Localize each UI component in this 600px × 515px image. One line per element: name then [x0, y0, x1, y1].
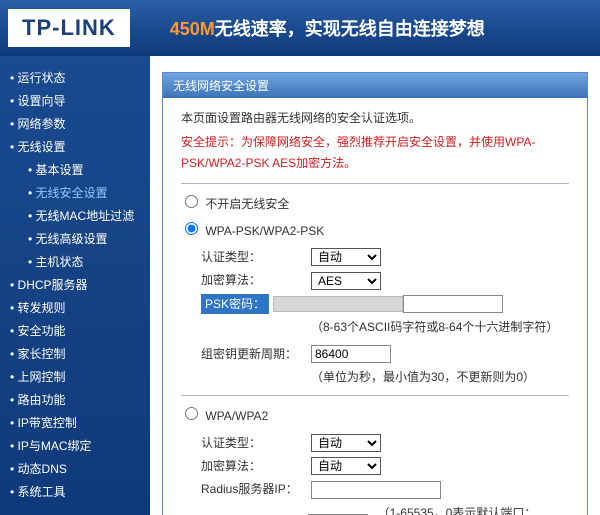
sidebar-item-4[interactable]: 基本设置	[36, 163, 84, 177]
sidebar-li-11[interactable]: 安全功能	[10, 319, 150, 342]
sidebar-item-3[interactable]: 无线设置	[18, 140, 66, 154]
sidebar-li-1[interactable]: 设置向导	[10, 89, 150, 112]
brand-logo: TP-LINK	[8, 9, 130, 47]
slogan: 450M无线速率，实现无线自由连接梦想	[170, 15, 485, 41]
sidebar-item-14[interactable]: 路由功能	[18, 393, 66, 407]
select-auth-type-wpa[interactable]: 自动	[311, 434, 381, 452]
radio-wpa-psk[interactable]	[185, 222, 198, 235]
hint-radius-port: （1-65535，0表示默认端口：1812）	[378, 503, 569, 515]
psk-password-masked	[273, 296, 403, 312]
sidebar-item-0[interactable]: 运行状态	[18, 71, 66, 85]
slogan-highlight: 450M	[170, 19, 215, 39]
sidebar-li-7[interactable]: 无线高级设置	[10, 227, 150, 250]
sidebar-li-5[interactable]: 无线安全设置	[10, 181, 150, 204]
sidebar-item-13[interactable]: 上网控制	[18, 370, 66, 384]
label-auth-type: 认证类型：	[201, 247, 311, 267]
label-radius-ip: Radius服务器IP：	[201, 479, 311, 499]
label-group-key-period: 组密钥更新周期：	[201, 344, 311, 364]
sidebar-li-16[interactable]: IP与MAC绑定	[10, 434, 150, 457]
sidebar-item-1[interactable]: 设置向导	[18, 94, 66, 108]
sidebar-item-9[interactable]: DHCP服务器	[18, 278, 88, 292]
label-psk-password: PSK密码：	[201, 294, 269, 314]
radio-disable-label: 不开启无线安全	[205, 197, 289, 211]
sidebar-item-8[interactable]: 主机状态	[36, 255, 84, 269]
input-radius-ip[interactable]	[311, 481, 441, 499]
sidebar-li-13[interactable]: 上网控制	[10, 365, 150, 388]
sidebar-item-10[interactable]: 转发规则	[18, 301, 66, 315]
sidebar-li-10[interactable]: 转发规则	[10, 296, 150, 319]
sidebar-li-18[interactable]: 系统工具	[10, 480, 150, 503]
radio-wpa[interactable]	[185, 407, 198, 420]
sidebar-li-17[interactable]: 动态DNS	[10, 457, 150, 480]
hint-psk: （8-63个ASCII码字符或8-64个十六进制字符）	[311, 317, 569, 337]
sidebar-item-17[interactable]: 动态DNS	[18, 462, 67, 476]
radio-wpa-psk-label: WPA-PSK/WPA2-PSK	[205, 224, 324, 238]
sidebar-li-6[interactable]: 无线MAC地址过滤	[10, 204, 150, 227]
sidebar-item-15[interactable]: IP带宽控制	[18, 416, 77, 430]
select-enc-algo-wpa[interactable]: 自动	[311, 457, 381, 475]
sidebar-li-15[interactable]: IP带宽控制	[10, 411, 150, 434]
label-enc-algo-wpa: 加密算法：	[201, 456, 311, 476]
sidebar: 运行状态设置向导网络参数无线设置基本设置无线安全设置无线MAC地址过滤无线高级设…	[0, 56, 150, 515]
input-psk-password[interactable]	[403, 295, 503, 313]
sidebar-item-11[interactable]: 安全功能	[18, 324, 66, 338]
sidebar-li-9[interactable]: DHCP服务器	[10, 273, 150, 296]
radio-disable-security[interactable]	[185, 195, 198, 208]
sidebar-li-14[interactable]: 路由功能	[10, 388, 150, 411]
label-enc-algo: 加密算法：	[201, 270, 311, 290]
sidebar-li-3[interactable]: 无线设置	[10, 135, 150, 158]
divider	[181, 183, 569, 184]
sidebar-item-12[interactable]: 家长控制	[18, 347, 66, 361]
settings-panel: 无线网络安全设置 本页面设置路由器无线网络的安全认证选项。 安全提示：为保障网络…	[162, 72, 588, 515]
input-group-key-period[interactable]	[311, 345, 391, 363]
sidebar-item-16[interactable]: IP与MAC绑定	[18, 439, 92, 453]
radio-wpa-label: WPA/WPA2	[205, 409, 268, 423]
divider	[181, 395, 569, 396]
sidebar-item-2[interactable]: 网络参数	[18, 117, 66, 131]
sidebar-item-7[interactable]: 无线高级设置	[36, 232, 108, 246]
security-warning: 安全提示：为保障网络安全，强烈推荐开启安全设置，并使用WPA-PSK/WPA2-…	[181, 132, 569, 173]
sidebar-li-4[interactable]: 基本设置	[10, 158, 150, 181]
select-auth-type[interactable]: 自动	[311, 248, 381, 266]
main-content: 无线网络安全设置 本页面设置路由器无线网络的安全认证选项。 安全提示：为保障网络…	[150, 56, 600, 515]
hint-group-key: （单位为秒，最小值为30，不更新则为0）	[311, 367, 569, 387]
select-enc-algo[interactable]: AES	[311, 272, 381, 290]
panel-title: 无线网络安全设置	[163, 73, 587, 98]
sidebar-li-2[interactable]: 网络参数	[10, 112, 150, 135]
sidebar-item-5[interactable]: 无线安全设置	[36, 186, 108, 200]
sidebar-item-18[interactable]: 系统工具	[18, 485, 66, 499]
panel-description: 本页面设置路由器无线网络的安全认证选项。	[181, 108, 569, 128]
sidebar-li-8[interactable]: 主机状态	[10, 250, 150, 273]
app-header: TP-LINK 450M无线速率，实现无线自由连接梦想	[0, 0, 600, 56]
sidebar-li-12[interactable]: 家长控制	[10, 342, 150, 365]
slogan-text: 无线速率，实现无线自由连接梦想	[215, 19, 485, 39]
label-auth-type-wpa: 认证类型：	[201, 433, 311, 453]
sidebar-item-6[interactable]: 无线MAC地址过滤	[36, 209, 135, 223]
sidebar-li-0[interactable]: 运行状态	[10, 66, 150, 89]
